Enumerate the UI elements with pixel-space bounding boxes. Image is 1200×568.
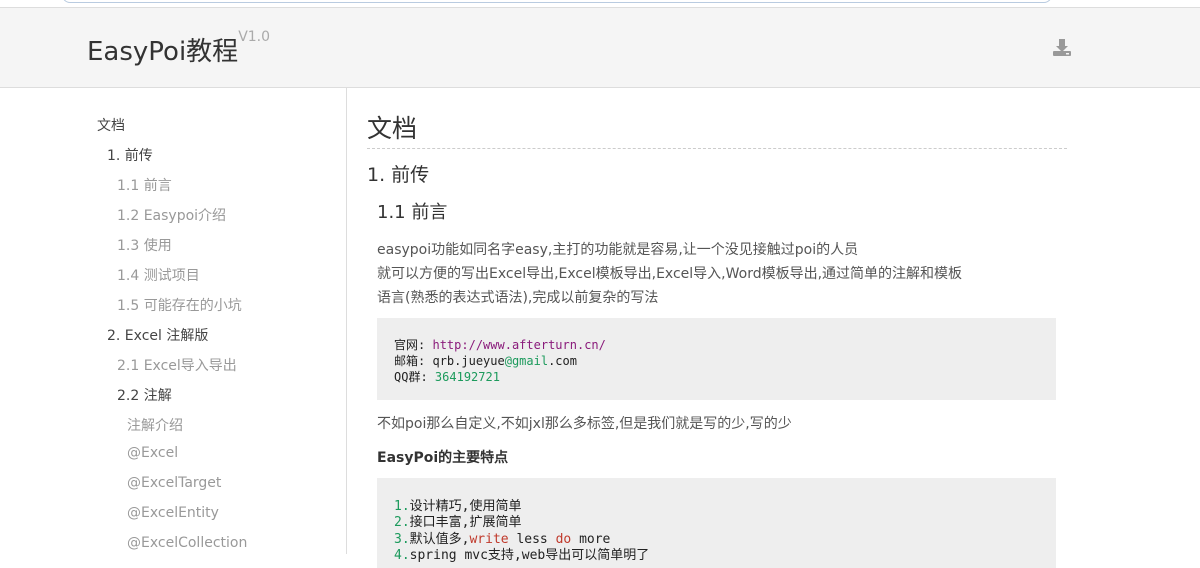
qq-number: 364192721 (434, 370, 500, 384)
site-label: 官网: (394, 338, 426, 352)
qq-label: QQ群: (394, 370, 428, 384)
version-label: V1.0 (238, 29, 271, 45)
subsection-heading: 1.1 前言 (377, 202, 448, 223)
feature-text-4: spring mvc支持,web导出可以简单明了 (409, 548, 650, 563)
address-bar-edge (62, 0, 1052, 3)
toc-item-docs[interactable]: 文档 (97, 115, 125, 135)
toc-item-preface[interactable]: 1.1 前言 (117, 175, 172, 195)
toc-sidebar: 文档 1. 前传 1.1 前言 1.2 Easypoi介绍 1.3 使用 1.4… (0, 88, 347, 554)
toc-item-excel-import-export[interactable]: 2.1 Excel导入导出 (117, 355, 237, 375)
toc-item-excel[interactable]: @Excel (127, 445, 178, 461)
toc-item-pitfalls[interactable]: 1.5 可能存在的小坑 (117, 295, 242, 315)
feature-num-4: 4. (394, 548, 410, 563)
intro-line-1: easypoi功能如同名字easy,主打的功能就是容易,让一个没见接触过poi的… (377, 242, 859, 258)
page-header: EasyPoi教程V1.0 (0, 8, 1200, 88)
toc-item-usage[interactable]: 1.3 使用 (117, 235, 172, 255)
section-heading: 1. 前传 (367, 164, 430, 186)
mail-label: 邮箱: (394, 354, 426, 368)
main-content: 文档 1. 前传 1.1 前言 easypoi功能如同名字easy,主打的功能就… (347, 88, 1200, 568)
contact-qq-line: QQ群: 364192721 (394, 368, 500, 385)
contact-mail-line: 邮箱: qrb.jueyue@gmail.com (394, 352, 577, 369)
toc-item-annotations[interactable]: 2.2 注解 (117, 385, 172, 405)
mail-user: qrb.jueyue (432, 354, 505, 368)
site-title[interactable]: EasyPoi教程V1.0 (87, 29, 271, 68)
toc-item-excel-target[interactable]: @ExcelTarget (127, 475, 221, 491)
mail-tld: .com (548, 354, 577, 368)
site-url[interactable]: http://www.afterturn.cn/ (432, 338, 605, 352)
site-url-scheme: http: (432, 338, 469, 352)
toc-item-annotation-intro[interactable]: 注解介绍 (127, 415, 183, 435)
tagline: 不如poi那么自定义,不如jxl那么多标签,但是我们就是写的少,写的少 (377, 416, 792, 432)
toc-item-excel-entity[interactable]: @ExcelEntity (127, 505, 219, 521)
contact-site-line: 官网: http://www.afterturn.cn/ (394, 336, 606, 353)
intro-line-2: 就可以方便的写出Excel导出,Excel模板导出,Excel导入,Word模板… (377, 266, 963, 282)
heading-divider (367, 148, 1067, 149)
browser-top-strip (0, 0, 1200, 8)
page-heading: 文档 (367, 114, 418, 143)
contact-code-block: 官网: http://www.afterturn.cn/ 邮箱: qrb.jue… (377, 318, 1056, 400)
toc-item-excel-collection[interactable]: @ExcelCollection (127, 535, 247, 551)
features-title: EasyPoi的主要特点 (377, 450, 509, 466)
toc-item-excel-annotation[interactable]: 2. Excel 注解版 (107, 325, 208, 345)
toc-item-test-project[interactable]: 1.4 测试项目 (117, 265, 200, 285)
site-title-text[interactable]: EasyPoi教程 (87, 37, 238, 67)
intro-line-3: 语言(熟悉的表达式语法),完成以前复杂的写法 (377, 290, 659, 306)
toc-item-intro[interactable]: 1.2 Easypoi介绍 (117, 205, 226, 225)
toc-item-prequel[interactable]: 1. 前传 (107, 145, 153, 165)
download-icon[interactable] (1052, 37, 1072, 57)
site-url-rest: //www.afterturn.cn/ (468, 338, 606, 352)
features-code-block: 1.设计精巧,使用简单 2.接口丰富,扩展简单 3.默认值多,write les… (377, 478, 1056, 568)
mail-domain: @gmail (504, 354, 549, 368)
